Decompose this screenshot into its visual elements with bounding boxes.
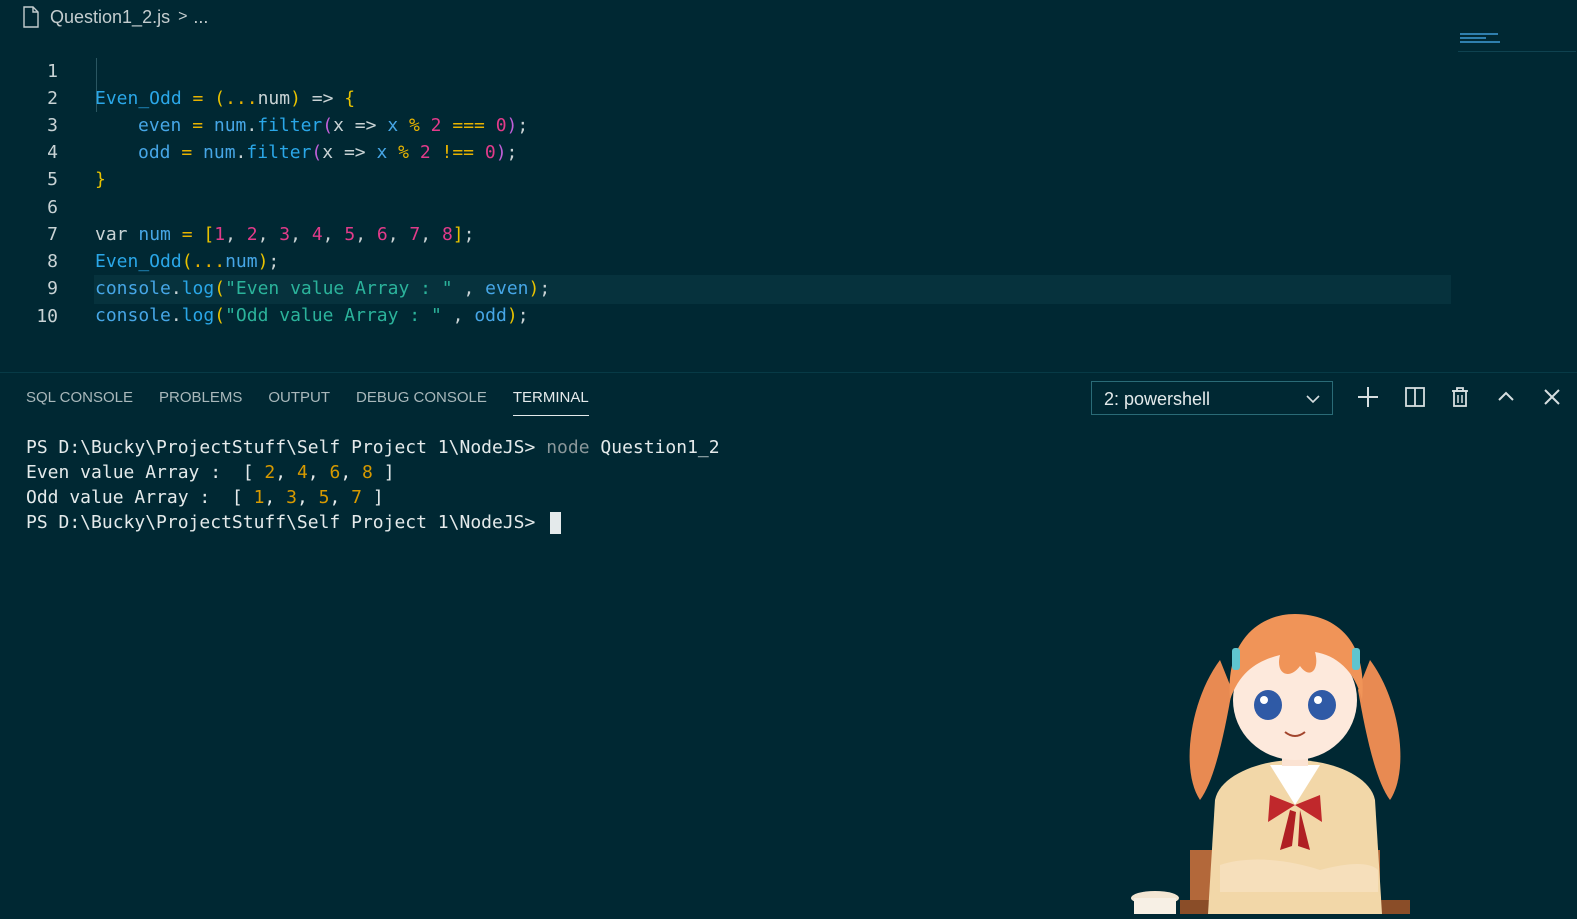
code-line-7: 7 Even_Odd(...num); [0,194,279,272]
terminal-line: PS D:\Bucky\ProjectStuff\Self Project 1\… [26,437,720,458]
tab-sql-console[interactable]: SQL CONSOLE [26,374,133,422]
chevron-down-icon [1306,382,1320,427]
tab-debug-console[interactable]: DEBUG CONSOLE [356,374,487,422]
terminal-line: PS D:\Bucky\ProjectStuff\Self Project 1\… [26,510,720,535]
breadcrumb[interactable]: Question1_2.js > ... [0,0,1577,34]
terminal-select[interactable]: 2: powershell [1091,381,1333,415]
split-icon[interactable] [1402,384,1428,410]
panel-tabs: SQL CONSOLE PROBLEMS OUTPUT DEBUG CONSOL… [0,374,589,422]
file-icon [22,6,40,28]
tab-problems[interactable]: PROBLEMS [159,374,242,422]
tab-terminal[interactable]: TERMINAL [512,374,589,422]
line-code: } [95,169,106,190]
terminal-output[interactable]: PS D:\Bucky\ProjectStuff\Self Project 1\… [26,435,720,535]
line-code: Even_Odd(...num); [95,251,280,272]
code-editor[interactable]: 1 Even_Odd = (...num) => { 2 even = num.… [0,31,1577,371]
terminal-cursor [550,512,562,534]
line-code: Even_Odd = (...num) => { [95,88,356,109]
tab-output[interactable]: OUTPUT [268,374,330,422]
breadcrumb-filename[interactable]: Question1_2.js [50,7,170,28]
line-code: console.log("Odd value Array : " , odd); [95,305,529,326]
breadcrumb-separator: > [178,8,188,25]
terminal-select-value: 2: powershell [1104,389,1211,409]
line-code: var num = [1, 2, 3, 4, 5, 6, 7, 8]; [95,224,475,245]
line-code: odd = num.filter(x => x % 2 !== 0); [138,142,518,163]
code-line-6: 6 var num = [1, 2, 3, 4, 5, 6, 7, 8]; [0,167,474,245]
line-code: console.log("Even value Array : " , even… [95,278,551,299]
code-line-8: 8 console.log("Even value Array : " , ev… [0,221,550,299]
minimap[interactable] [1458,31,1576,52]
code-line-10: 10 [0,276,58,327]
trash-icon[interactable] [1447,384,1473,410]
terminal-line: Even value Array : [ 2, 4, 6, 8 ] [26,462,395,483]
line-number: 10 [36,306,58,327]
code-line-9: 9 console.log("Odd value Array : " , odd… [0,248,528,326]
code-line-4: 4 } [0,112,106,190]
code-line-3: 3 odd = num.filter(x => x % 2 !== 0); [0,85,517,163]
code-line-5: 5 [0,139,58,190]
code-line-2: 2 even = num.filter(x => x % 2 === 0); [0,58,528,136]
breadcrumb-rest[interactable]: ... [193,7,208,28]
code-line-1: 1 Even_Odd = (...num) => { [0,31,355,109]
terminal-line: Odd value Array : [ 1, 3, 5, 7 ] [26,487,384,508]
plus-icon[interactable] [1355,384,1381,410]
close-icon[interactable] [1539,384,1565,410]
panel-divider[interactable] [0,372,1577,373]
chevron-up-icon[interactable] [1493,384,1519,410]
line-code: even = num.filter(x => x % 2 === 0); [138,115,529,136]
anime-character-illustration [1120,600,1420,919]
